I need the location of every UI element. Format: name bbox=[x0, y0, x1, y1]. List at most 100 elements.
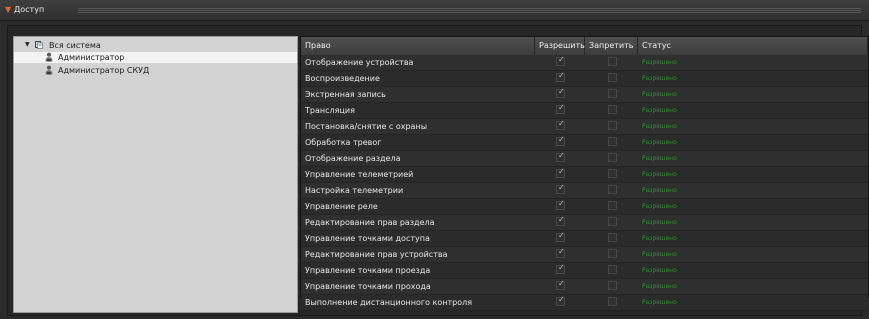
right-name: Обработка тревог bbox=[305, 138, 382, 147]
deny-checkbox[interactable] bbox=[608, 297, 617, 306]
checkmark-icon: ✓ bbox=[558, 247, 565, 256]
deny-checkbox[interactable] bbox=[608, 121, 617, 130]
checkmark-icon: ✓ bbox=[558, 135, 565, 144]
window-titlebar[interactable]: ▼ Доступ bbox=[0, 0, 869, 21]
deny-checkbox[interactable] bbox=[608, 73, 617, 82]
status-text: Разрешено bbox=[642, 59, 677, 66]
right-name: Управление точками проезда bbox=[305, 266, 431, 275]
allow-checkbox[interactable]: ✓ bbox=[556, 247, 565, 258]
deny-checkbox[interactable] bbox=[608, 105, 617, 114]
tree-item-user[interactable]: Администратор bbox=[14, 52, 297, 63]
tree-item-user[interactable]: Администратор СКУД bbox=[14, 65, 297, 76]
right-name: Экстренная запись bbox=[305, 90, 386, 99]
allow-checkbox[interactable]: ✓ bbox=[556, 231, 565, 242]
deny-checkbox[interactable] bbox=[608, 233, 617, 242]
allow-checkbox[interactable]: ✓ bbox=[556, 263, 565, 274]
status-text: Разрешено bbox=[642, 155, 677, 162]
allow-checkbox[interactable]: ✓ bbox=[556, 71, 565, 82]
status-text: Разрешено bbox=[642, 283, 677, 290]
checkmark-icon: ✓ bbox=[558, 167, 565, 176]
status-text: Разрешено bbox=[642, 139, 677, 146]
tree-item-root[interactable]: ▼ Вся система bbox=[14, 40, 297, 51]
status-text: Разрешено bbox=[642, 299, 677, 306]
table-row[interactable]: Постановка/снятие с охраны ✓ Разрешено bbox=[301, 119, 868, 135]
deny-checkbox[interactable] bbox=[608, 153, 617, 162]
table-row[interactable]: Обработка тревог ✓ Разрешено bbox=[301, 135, 868, 151]
checkmark-icon: ✓ bbox=[558, 199, 565, 208]
table-row[interactable]: Воспроизведение ✓ Разрешено bbox=[301, 71, 868, 87]
column-header-deny[interactable]: Запретить bbox=[585, 37, 638, 55]
deny-checkbox[interactable] bbox=[608, 249, 617, 258]
checkmark-icon: ✓ bbox=[558, 103, 565, 112]
table-row[interactable]: Трансляция ✓ Разрешено bbox=[301, 103, 868, 119]
right-name: Управление реле bbox=[305, 202, 378, 211]
status-text: Разрешено bbox=[642, 203, 677, 210]
right-name: Управление точками доступа bbox=[305, 234, 430, 243]
table-row[interactable]: Управление точками проезда ✓ Разрешено bbox=[301, 263, 868, 279]
allow-checkbox[interactable]: ✓ bbox=[556, 87, 565, 98]
right-name: Отображение устройства bbox=[305, 58, 414, 67]
deny-checkbox[interactable] bbox=[608, 281, 617, 290]
allow-checkbox[interactable]: ✓ bbox=[556, 119, 565, 130]
table-row[interactable]: Отображение раздела ✓ Разрешено bbox=[301, 151, 868, 167]
allow-checkbox[interactable]: ✓ bbox=[556, 135, 565, 146]
checkmark-icon: ✓ bbox=[558, 71, 565, 80]
status-text: Разрешено bbox=[642, 251, 677, 258]
table-row[interactable]: Отображение устройства ✓ Разрешено bbox=[301, 55, 868, 71]
table-row[interactable]: Управление реле ✓ Разрешено bbox=[301, 199, 868, 215]
table-row[interactable]: Экстренная запись ✓ Разрешено bbox=[301, 87, 868, 103]
allow-checkbox[interactable]: ✓ bbox=[556, 295, 565, 306]
deny-checkbox[interactable] bbox=[608, 265, 617, 274]
deny-checkbox[interactable] bbox=[608, 217, 617, 226]
deny-checkbox[interactable] bbox=[608, 89, 617, 98]
status-text: Разрешено bbox=[642, 91, 677, 98]
right-name: Воспроизведение bbox=[305, 74, 380, 83]
right-name: Выполнение дистанционного контроля bbox=[305, 298, 473, 307]
collapse-arrow-icon[interactable]: ▼ bbox=[5, 5, 11, 14]
user-tree[interactable]: ▼ Вся система Администратор Администрато… bbox=[13, 36, 298, 313]
status-text: Разрешено bbox=[642, 123, 677, 130]
right-name: Настройка телеметрии bbox=[305, 186, 404, 195]
table-row[interactable]: Управление телеметрией ✓ Разрешено bbox=[301, 167, 868, 183]
status-text: Разрешено bbox=[642, 267, 677, 274]
checkmark-icon: ✓ bbox=[558, 279, 565, 288]
allow-checkbox[interactable]: ✓ bbox=[556, 167, 565, 178]
right-name: Трансляция bbox=[305, 106, 355, 115]
user-icon bbox=[45, 65, 53, 75]
checkmark-icon: ✓ bbox=[558, 295, 565, 304]
deny-checkbox[interactable] bbox=[608, 169, 617, 178]
deny-checkbox[interactable] bbox=[608, 185, 617, 194]
right-name: Постановка/снятие с охраны bbox=[305, 122, 428, 131]
checkmark-icon: ✓ bbox=[558, 151, 565, 160]
table-row[interactable]: Управление точками прохода ✓ Разрешено bbox=[301, 279, 868, 295]
table-row[interactable]: Настройка телеметрии ✓ Разрешено bbox=[301, 183, 868, 199]
deny-checkbox[interactable] bbox=[608, 137, 617, 146]
column-header-status[interactable]: Статус bbox=[638, 37, 868, 55]
table-row[interactable]: Редактирование прав раздела ✓ Разрешено bbox=[301, 215, 868, 231]
allow-checkbox[interactable]: ✓ bbox=[556, 151, 565, 162]
allow-checkbox[interactable]: ✓ bbox=[556, 279, 565, 290]
allow-checkbox[interactable]: ✓ bbox=[556, 183, 565, 194]
table-row[interactable]: Выполнение дистанционного контроля ✓ Разре… bbox=[301, 295, 868, 311]
permissions-table: Право Разрешить Запретить Статус Отображ… bbox=[300, 36, 869, 311]
status-text: Разрешено bbox=[642, 171, 677, 178]
table-row[interactable]: Редактирование прав устройства ✓ Разрешено bbox=[301, 247, 868, 263]
allow-checkbox[interactable]: ✓ bbox=[556, 103, 565, 114]
checkmark-icon: ✓ bbox=[558, 119, 565, 128]
table-row[interactable]: Управление точками доступа ✓ Разрешено bbox=[301, 231, 868, 247]
allow-checkbox[interactable]: ✓ bbox=[556, 215, 565, 226]
checkmark-icon: ✓ bbox=[558, 263, 565, 272]
column-header-allow[interactable]: Разрешить bbox=[535, 37, 585, 55]
status-text: Разрешено bbox=[642, 187, 677, 194]
tree-item-label: Вся система bbox=[49, 41, 101, 50]
system-icon bbox=[35, 41, 43, 49]
checkmark-icon: ✓ bbox=[558, 183, 565, 192]
status-text: Разрешено bbox=[642, 219, 677, 226]
allow-checkbox[interactable]: ✓ bbox=[556, 55, 565, 66]
deny-checkbox[interactable] bbox=[608, 57, 617, 66]
tree-item-label: Администратор bbox=[58, 53, 125, 62]
column-header-right[interactable]: Право bbox=[301, 37, 535, 55]
expand-arrow-icon[interactable]: ▼ bbox=[25, 41, 30, 48]
allow-checkbox[interactable]: ✓ bbox=[556, 199, 565, 210]
deny-checkbox[interactable] bbox=[608, 201, 617, 210]
